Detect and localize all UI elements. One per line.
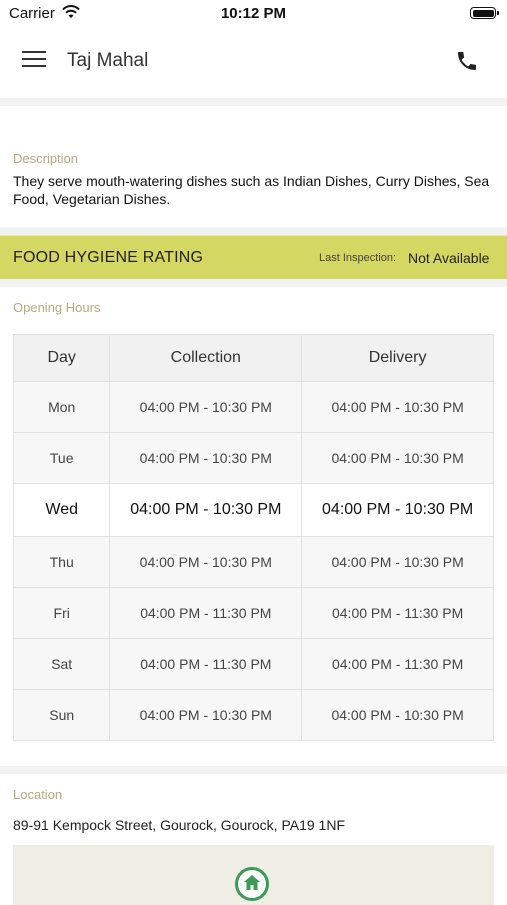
last-inspection-value: Not Available	[408, 250, 490, 266]
location-map[interactable]	[13, 845, 494, 905]
location-label: Location	[13, 787, 63, 802]
location-address: 89-91 Kempock Street, Gourock, Gourock, …	[13, 817, 346, 833]
table-row: Thu 04:00 PM - 10:30 PM 04:00 PM - 10:30…	[12, 536, 494, 588]
day-cell: Sat	[12, 638, 111, 690]
hamburger-menu-icon[interactable]	[22, 51, 46, 69]
table-row: Sat 04:00 PM - 11:30 PM 04:00 PM - 11:30…	[12, 638, 494, 690]
day-cell: Thu	[12, 536, 111, 588]
table-row: Fri 04:00 PM - 11:30 PM 04:00 PM - 11:30…	[12, 587, 494, 639]
hygiene-title: FOOD HYGIENE RATING	[13, 249, 204, 266]
collection-hours-cell: 04:00 PM - 11:30 PM	[109, 587, 303, 639]
table-row: Sun 04:00 PM - 10:30 PM 04:00 PM - 10:30…	[12, 689, 494, 741]
column-header-delivery: Delivery	[301, 334, 494, 382]
collection-hours-cell: 04:00 PM - 10:30 PM	[109, 381, 303, 433]
day-cell: Mon	[12, 381, 111, 433]
day-cell: Wed	[12, 483, 111, 537]
column-header-collection: Collection	[109, 334, 303, 382]
delivery-hours-cell: 04:00 PM - 10:30 PM	[301, 381, 494, 433]
description-label: Description	[13, 151, 79, 166]
phone-icon[interactable]	[455, 49, 481, 75]
section-divider	[0, 766, 507, 774]
home-pin-icon[interactable]	[235, 867, 269, 901]
section-divider	[0, 279, 507, 287]
last-inspection-label: Last Inspection:	[319, 252, 397, 264]
table-row: Tue 04:00 PM - 10:30 PM 04:00 PM - 10:30…	[12, 432, 494, 484]
collection-hours-cell: 04:00 PM - 10:30 PM	[109, 536, 303, 588]
delivery-hours-cell: 04:00 PM - 10:30 PM	[301, 689, 494, 741]
opening-hours-label: Opening Hours	[13, 300, 101, 315]
section-divider	[0, 98, 507, 106]
status-bar: Carrier 10:12 PM	[0, 0, 507, 28]
delivery-hours-cell: 04:00 PM - 10:30 PM	[301, 432, 494, 484]
delivery-hours-cell: 04:00 PM - 11:30 PM	[301, 587, 494, 639]
day-cell: Sun	[12, 689, 111, 741]
collection-hours-cell: 04:00 PM - 10:30 PM	[109, 432, 303, 484]
food-hygiene-bar: FOOD HYGIENE RATING Last Inspection: Not…	[0, 235, 507, 280]
table-row-today: Wed 04:00 PM - 10:30 PM 04:00 PM - 10:30…	[12, 483, 494, 537]
page-title: Taj Mahal	[67, 50, 149, 71]
delivery-hours-cell: 04:00 PM - 10:30 PM	[301, 483, 494, 537]
status-time: 10:12 PM	[220, 5, 287, 22]
battery-icon	[470, 7, 499, 19]
day-cell: Fri	[12, 587, 111, 639]
collection-hours-cell: 04:00 PM - 11:30 PM	[109, 638, 303, 690]
description-text: They serve mouth-watering dishes such as…	[13, 173, 490, 207]
table-row: Mon 04:00 PM - 10:30 PM 04:00 PM - 10:30…	[12, 381, 494, 433]
column-header-day: Day	[12, 334, 111, 382]
collection-hours-cell: 04:00 PM - 10:30 PM	[109, 689, 303, 741]
day-cell: Tue	[12, 432, 111, 484]
section-divider	[0, 227, 507, 235]
delivery-hours-cell: 04:00 PM - 10:30 PM	[301, 536, 494, 588]
collection-hours-cell: 04:00 PM - 10:30 PM	[109, 483, 303, 537]
navigation-bar: Taj Mahal	[0, 28, 507, 98]
delivery-hours-cell: 04:00 PM - 11:30 PM	[301, 638, 494, 690]
opening-hours-table: Day Collection Delivery Mon 04:00 PM - 1…	[12, 334, 494, 741]
